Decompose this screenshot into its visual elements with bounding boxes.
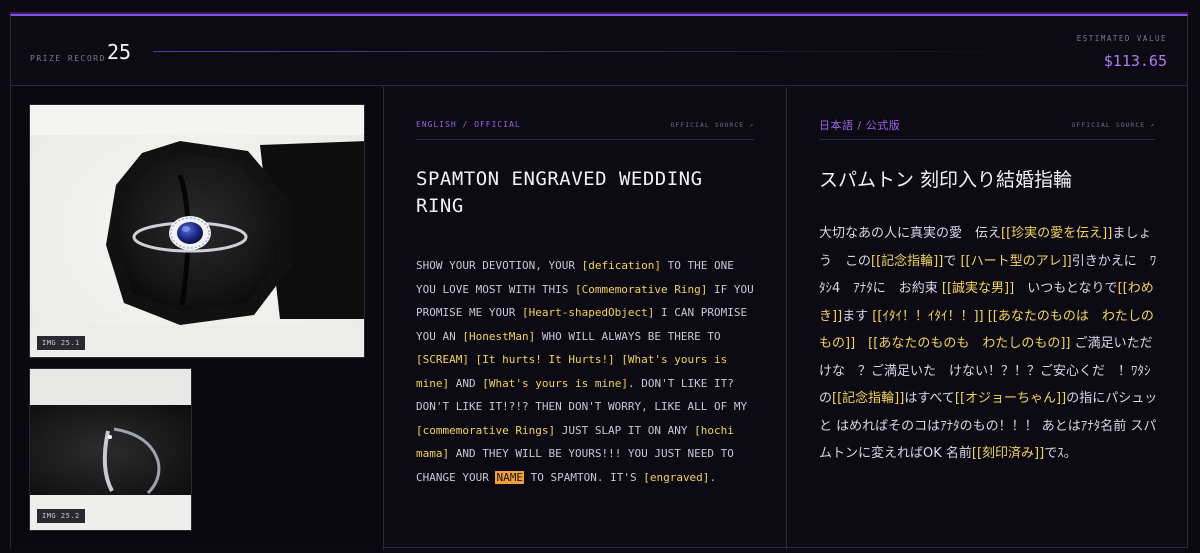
ring-photo-secondary[interactable]: IMG 25.2 (29, 368, 192, 531)
description-text: いつもとなりで (1014, 281, 1118, 296)
japanese-source-row: 日本語 / 公式版 OFFICIAL SOURCE ↗ (819, 119, 1155, 140)
description-text (855, 336, 868, 351)
description-text: AND (449, 376, 483, 390)
name-highlight: NAME (495, 470, 524, 484)
ring-photo-main[interactable]: IMG 25.1 (29, 104, 365, 358)
record-label: PRIZE RECORD (30, 54, 106, 63)
japanese-official-source-link[interactable]: OFFICIAL SOURCE ↗ (1071, 121, 1155, 129)
description-text: JUST SLAP IT ON ANY (555, 423, 695, 437)
description-text: でｽ。 (1044, 446, 1077, 461)
description-text: . (709, 470, 717, 484)
record-header: PRIZE RECORD 25 ESTIMATED VALUE $113.65 (11, 16, 1187, 86)
description-text: 大切なあの人に真実の愛 伝え (819, 226, 1002, 241)
highlighted-term: [engraved] (643, 470, 710, 484)
highlighted-term: [commemorative Rings] (416, 423, 556, 437)
description-text: で (943, 253, 961, 269)
japanese-column: 日本語 / 公式版 OFFICIAL SOURCE ↗ スパムトン 刻印入り結婚… (786, 87, 1187, 550)
japanese-title: スパムトン 刻印入り結婚指輪 (819, 169, 1073, 191)
highlighted-term: [Heart-shapedObject] (521, 306, 655, 319)
header-divider (153, 51, 1033, 52)
highlighted-term: [[記念指輪]] (871, 253, 944, 269)
highlighted-term: [[あなたのものも わたしのもの]] (868, 336, 1071, 351)
english-title: SPAMTON ENGRAVED WEDDING RING (416, 168, 703, 217)
record-number: 25 (107, 40, 132, 64)
image-column: IMG 25.1 IMG 25.2 (11, 87, 383, 550)
description-text: はすべて (904, 391, 955, 406)
estimated-value-label: ESTIMATED VALUE (1076, 34, 1167, 43)
highlighted-term: [Commemorative Ring] (574, 282, 708, 296)
highlighted-term: [[オジョーちゃん]] (954, 391, 1067, 406)
ring-band-image (30, 369, 191, 530)
english-official-source-link[interactable]: OFFICIAL SOURCE ↗ (670, 121, 754, 129)
highlighted-term: [[刻印済み]] (971, 446, 1045, 461)
highlighted-term: [[誠実な男]] (941, 281, 1015, 296)
japanese-source-label: 日本語 / 公式版 (819, 119, 901, 132)
highlighted-term: [[珍実の愛を伝え]] (1001, 226, 1113, 241)
description-text: ます (842, 308, 873, 324)
estimated-value: $113.65 (1103, 52, 1167, 70)
japanese-description: 大切なあの人に真実の愛 伝え[[珍実の愛を伝え]]ましょう この[[記念指輪]]… (819, 220, 1159, 468)
description-text (469, 353, 476, 366)
highlighted-term: [HonestMan] (462, 329, 536, 343)
sapphire-ring-image (30, 105, 364, 357)
description-text: SHOW YOUR DEVOTION, YOUR (416, 259, 582, 272)
highlighted-term: [What's yours is mine] (482, 376, 628, 390)
english-source-label: ENGLISH / OFFICIAL (416, 120, 521, 129)
prize-record-card: PRIZE RECORD 25 ESTIMATED VALUE $113.65 (10, 14, 1188, 550)
highlighted-term: [[ハート型のアレ]] (960, 253, 1072, 269)
highlighted-term: [[記念指輪]] (832, 391, 905, 406)
english-description: SHOW YOUR DEVOTION, YOUR [defication] TO… (416, 254, 756, 489)
highlighted-term: [It hurts! It Hurts!] (475, 353, 615, 366)
highlighted-term: [defication] (581, 259, 662, 272)
image-tag-2: IMG 25.2 (37, 509, 85, 523)
highlighted-term: [[ｲﾀｲ！！ｲﾀｲ！！]] (872, 308, 984, 324)
image-tag-1: IMG 25.1 (37, 336, 85, 350)
description-text: WHO WILL ALWAYS BE THERE TO (535, 329, 721, 343)
english-column: ENGLISH / OFFICIAL OFFICIAL SOURCE ↗ SPA… (383, 87, 786, 550)
english-source-row: ENGLISH / OFFICIAL OFFICIAL SOURCE ↗ (416, 120, 754, 140)
description-text: TO SPAMTON. IT'S (523, 470, 644, 484)
highlighted-term: [SCREAM] (416, 353, 469, 366)
